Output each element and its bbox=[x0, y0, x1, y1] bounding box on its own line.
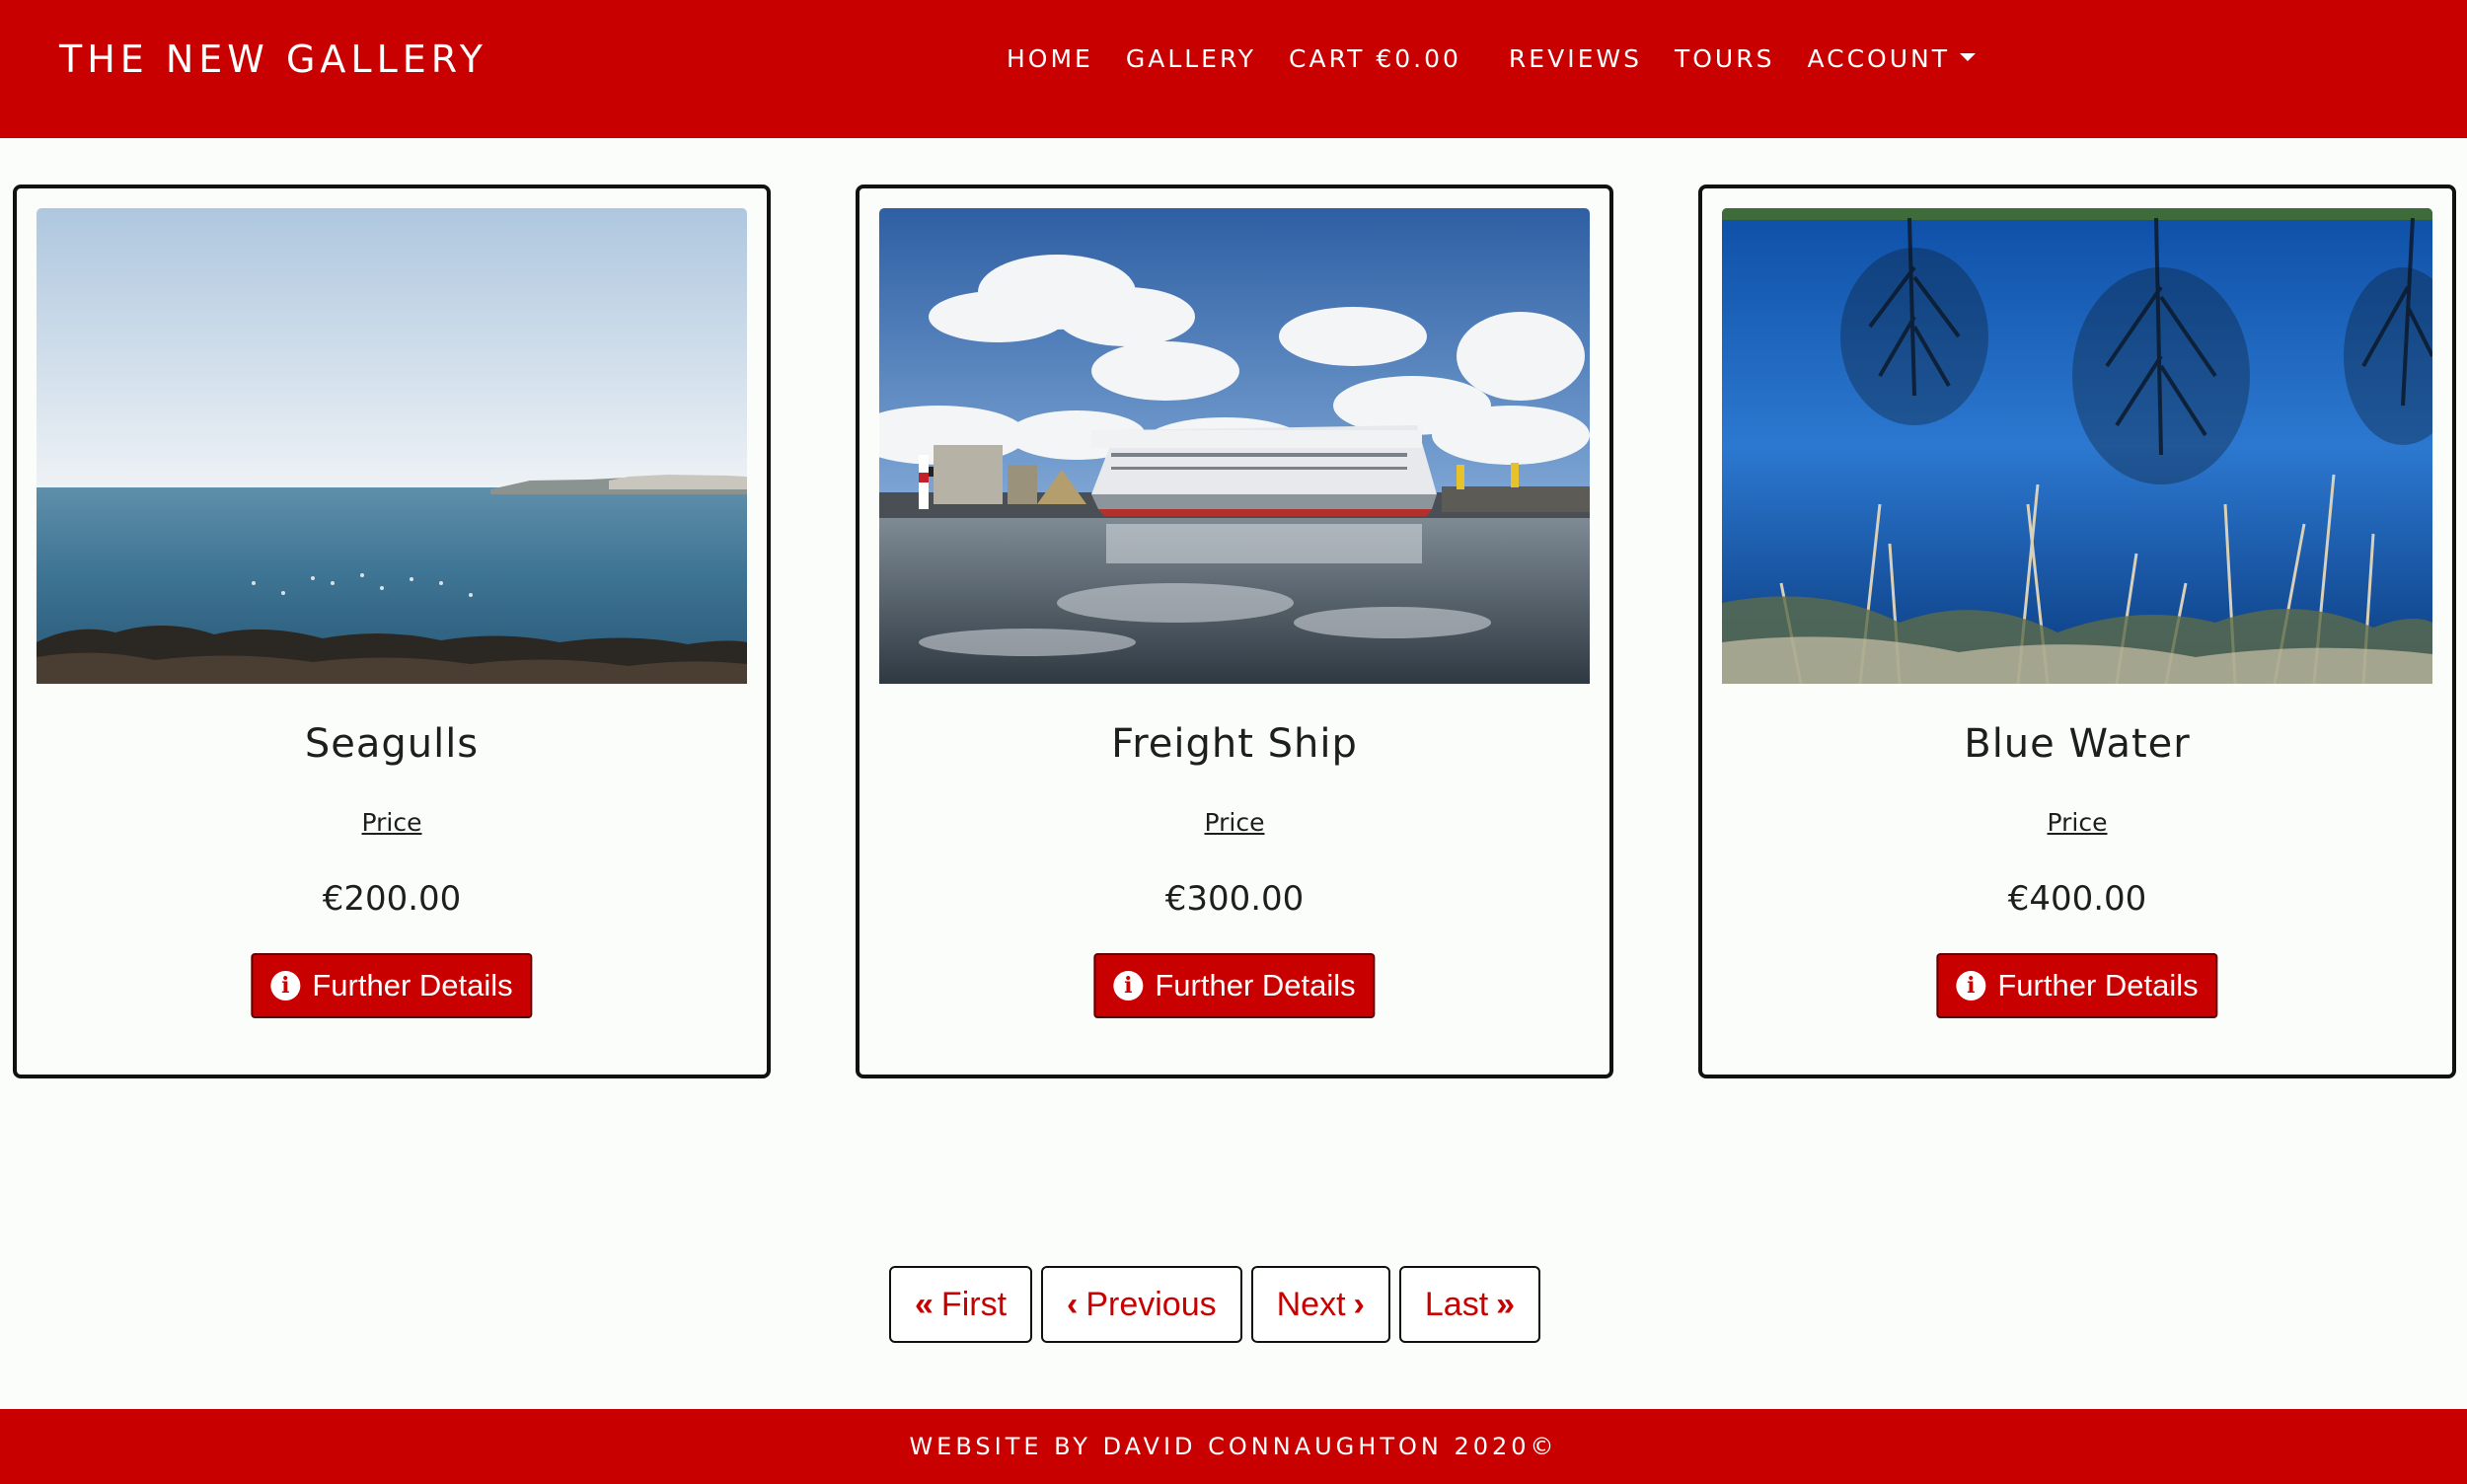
nav-links: HOME GALLERY CART €0.00 REVIEWS TOURS AC… bbox=[1007, 39, 2008, 79]
last-page-button[interactable]: Last » bbox=[1398, 1266, 1541, 1343]
product-price: €400.00 bbox=[2007, 879, 2147, 919]
pagination: « First ‹ Previous Next › Last » bbox=[889, 1266, 1549, 1343]
further-details-label: Further Details bbox=[1155, 968, 1356, 1002]
product-card: Seagulls Price €200.00 i Further Details bbox=[13, 185, 771, 1078]
product-image[interactable] bbox=[37, 208, 747, 684]
product-title: Blue Water bbox=[1964, 721, 2191, 767]
info-icon: i bbox=[1113, 971, 1144, 1001]
footer: WEBSITE BY DAVID CONNAUGHTON 2020© bbox=[0, 1409, 2467, 1484]
price-label: Price bbox=[1204, 808, 1265, 837]
chevron-right-icon: › bbox=[1353, 1285, 1365, 1323]
harbour-photo bbox=[879, 208, 1590, 684]
price-label: Price bbox=[361, 808, 422, 837]
first-page-button[interactable]: « First bbox=[889, 1266, 1033, 1343]
nav-account-dropdown[interactable]: ACCOUNT bbox=[1807, 39, 1976, 79]
brand-logo[interactable]: THE NEW GALLERY bbox=[59, 36, 487, 83]
nav-reviews[interactable]: REVIEWS bbox=[1509, 39, 1642, 79]
product-image[interactable] bbox=[1722, 208, 2432, 684]
nav-home[interactable]: HOME bbox=[1007, 39, 1093, 79]
further-details-button[interactable]: i Further Details bbox=[1936, 953, 2218, 1018]
product-price: €200.00 bbox=[322, 879, 462, 919]
previous-page-button[interactable]: ‹ Previous bbox=[1041, 1266, 1242, 1343]
product-title: Seagulls bbox=[304, 721, 480, 767]
price-label: Price bbox=[2047, 808, 2108, 837]
caret-down-icon bbox=[1959, 53, 1976, 61]
info-icon: i bbox=[1956, 971, 1986, 1001]
navbar: THE NEW GALLERY HOME GALLERY CART €0.00 … bbox=[0, 0, 2467, 138]
product-image[interactable] bbox=[879, 208, 1590, 684]
seascape-photo bbox=[37, 208, 747, 684]
nav-tours[interactable]: TOURS bbox=[1675, 39, 1775, 79]
last-page-label: Last bbox=[1424, 1285, 1489, 1323]
double-chevron-left-icon: « bbox=[915, 1285, 934, 1323]
further-details-button[interactable]: i Further Details bbox=[251, 953, 533, 1018]
further-details-label: Further Details bbox=[312, 968, 513, 1002]
product-price: €300.00 bbox=[1164, 879, 1305, 919]
further-details-button[interactable]: i Further Details bbox=[1093, 953, 1376, 1018]
reflection-photo bbox=[1722, 208, 2432, 684]
next-page-button[interactable]: Next › bbox=[1250, 1266, 1390, 1343]
nav-gallery[interactable]: GALLERY bbox=[1126, 39, 1256, 79]
info-icon: i bbox=[270, 971, 301, 1001]
chevron-left-icon: ‹ bbox=[1067, 1285, 1079, 1323]
product-card: Freight Ship Price €300.00 i Further Det… bbox=[856, 185, 1613, 1078]
first-page-label: First bbox=[940, 1285, 1008, 1323]
product-card: Blue Water Price €400.00 i Further Detai… bbox=[1698, 185, 2456, 1078]
product-title: Freight Ship bbox=[1111, 721, 1358, 767]
further-details-label: Further Details bbox=[1997, 968, 2199, 1002]
previous-page-label: Previous bbox=[1085, 1285, 1217, 1323]
double-chevron-right-icon: » bbox=[1496, 1285, 1516, 1323]
nav-cart[interactable]: CART €0.00 bbox=[1289, 39, 1461, 79]
nav-account-label: ACCOUNT bbox=[1807, 44, 1950, 73]
next-page-label: Next bbox=[1276, 1285, 1346, 1323]
footer-credit: WEBSITE BY DAVID CONNAUGHTON 2020© bbox=[909, 1433, 1558, 1460]
